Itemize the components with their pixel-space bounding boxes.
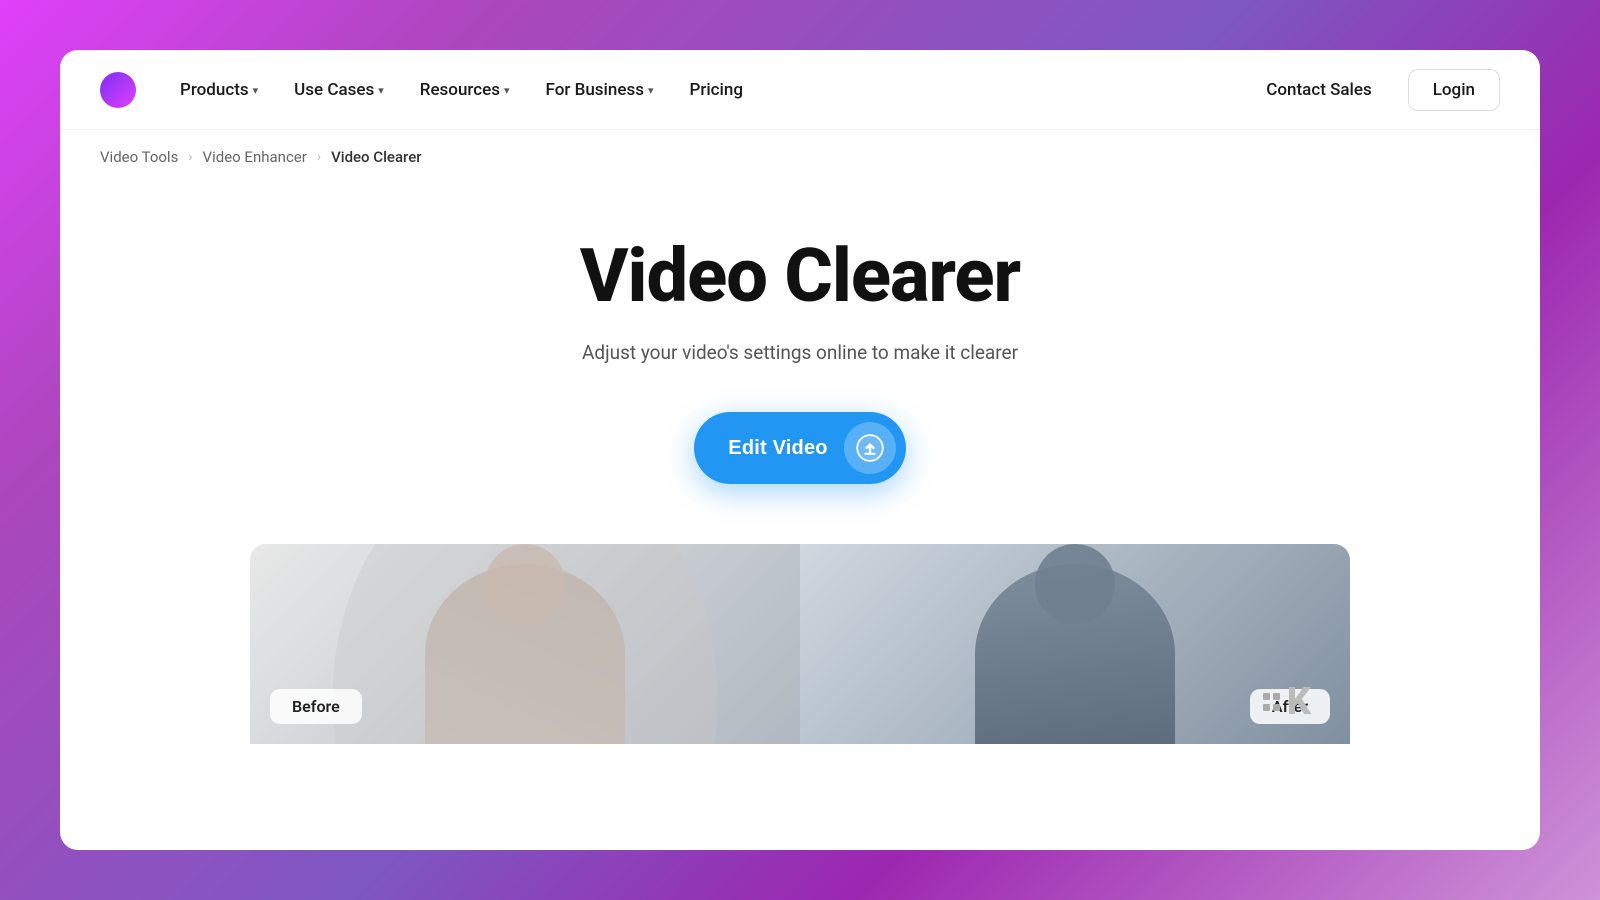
kapwing-logo: K — [1263, 680, 1310, 724]
breadcrumb-separator-1: › — [188, 149, 192, 165]
before-panel: Before — [250, 544, 800, 744]
breadcrumb: Video Tools › Video Enhancer › Video Cle… — [60, 130, 1540, 176]
nav-products-label: Products — [180, 80, 249, 100]
nav-use-cases-label: Use Cases — [294, 80, 374, 100]
nav-resources-label: Resources — [420, 80, 500, 100]
page-subtitle: Adjust your video's settings online to m… — [582, 341, 1018, 364]
nav-menu: Products ▾ Use Cases ▾ Resources ▾ For B… — [166, 72, 1250, 108]
kapwing-k-letter: K — [1287, 680, 1310, 724]
chevron-down-icon: ▾ — [253, 84, 259, 97]
contact-sales-button[interactable]: Contact Sales — [1250, 72, 1387, 108]
edit-video-label: Edit Video — [728, 437, 827, 460]
nav-item-products[interactable]: Products ▾ — [166, 72, 272, 108]
breadcrumb-video-tools[interactable]: Video Tools — [100, 148, 178, 166]
page-title: Video Clearer — [580, 236, 1020, 317]
kapwing-watermark: K — [1263, 680, 1310, 724]
before-label: Before — [270, 689, 362, 724]
kapwing-dots-icon — [1263, 693, 1281, 711]
nav-item-pricing[interactable]: Pricing — [675, 72, 757, 108]
breadcrumb-video-enhancer[interactable]: Video Enhancer — [203, 148, 307, 166]
nav-item-resources[interactable]: Resources ▾ — [406, 72, 524, 108]
navbar: Products ▾ Use Cases ▾ Resources ▾ For B… — [60, 50, 1540, 130]
breadcrumb-separator-2: › — [317, 149, 321, 165]
nav-pricing-label: Pricing — [689, 80, 743, 100]
before-after-section: Before After — [250, 544, 1350, 744]
breadcrumb-current: Video Clearer — [331, 148, 421, 166]
main-content: Video Clearer Adjust your video's settin… — [60, 176, 1540, 850]
nav-for-business-label: For Business — [546, 80, 644, 100]
main-card: Products ▾ Use Cases ▾ Resources ▾ For B… — [60, 50, 1540, 850]
logo[interactable] — [100, 72, 136, 108]
edit-video-button[interactable]: Edit Video — [694, 412, 905, 484]
chevron-down-icon: ▾ — [648, 84, 654, 97]
nav-item-for-business[interactable]: For Business ▾ — [532, 72, 668, 108]
outer-background: Products ▾ Use Cases ▾ Resources ▾ For B… — [0, 0, 1600, 900]
nav-item-use-cases[interactable]: Use Cases ▾ — [280, 72, 398, 108]
navbar-right: Contact Sales Login — [1250, 69, 1500, 111]
chevron-down-icon: ▾ — [504, 84, 510, 97]
login-button[interactable]: Login — [1408, 69, 1500, 111]
chevron-down-icon: ▾ — [378, 84, 384, 97]
upload-icon — [844, 422, 896, 474]
